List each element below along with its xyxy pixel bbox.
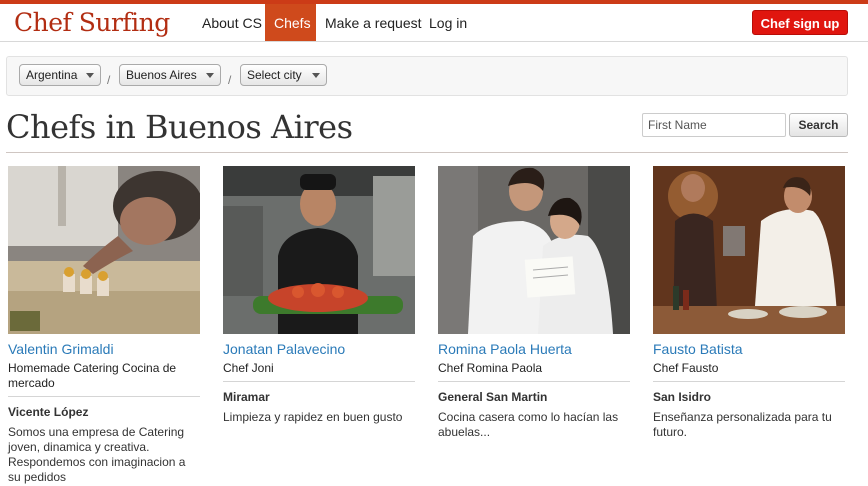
chef-photo[interactable]	[653, 166, 845, 334]
breadcrumb-separator: /	[107, 73, 111, 87]
divider	[438, 381, 630, 382]
chef-location: Vicente López	[8, 405, 89, 419]
search-button[interactable]: Search	[789, 113, 848, 137]
breadcrumb-separator: /	[228, 73, 232, 87]
chef-card: Valentin Grimaldi Homemade Catering Coci…	[8, 166, 200, 485]
page-title: Chefs in Buenos Aires	[6, 108, 353, 146]
nav-about[interactable]: About CS	[193, 4, 271, 41]
chef-name-link[interactable]: Fausto Batista	[653, 341, 845, 357]
chef-photo[interactable]	[438, 166, 630, 334]
chef-name-link[interactable]: Valentin Grimaldi	[8, 341, 200, 357]
country-select[interactable]: Argentina	[19, 64, 101, 86]
divider	[653, 381, 845, 382]
location-filter-bar: Argentina / Buenos Aires / Select city	[6, 56, 848, 96]
navbar: Chef Surfing About CS Chefs Make a reque…	[0, 4, 868, 42]
chef-card: Jonatan Palavecino Chef Joni Miramar Lim…	[223, 166, 415, 425]
chef-name-link[interactable]: Romina Paola Huerta	[438, 341, 630, 357]
chef-business-name: Chef Romina Paola	[438, 361, 543, 375]
divider	[223, 381, 415, 382]
chef-name-link[interactable]: Jonatan Palavecino	[223, 341, 415, 357]
city-select-value: Select city	[247, 68, 302, 82]
chef-location: General San Martin	[438, 390, 548, 404]
city-select[interactable]: Select city	[240, 64, 327, 86]
chef-business-name: Chef Joni	[223, 361, 274, 375]
chef-card: Romina Paola Huerta Chef Romina Paola Ge…	[438, 166, 630, 440]
country-select-value: Argentina	[26, 68, 78, 82]
divider	[6, 152, 848, 153]
chef-photo[interactable]	[8, 166, 200, 334]
chef-signup-button[interactable]: Chef sign up	[752, 10, 848, 35]
chef-description: Limpieza y rapidez en buen gusto	[223, 410, 403, 424]
chevron-down-icon	[312, 73, 320, 78]
nav-make-request[interactable]: Make a request	[316, 4, 431, 41]
chevron-down-icon	[86, 73, 94, 78]
region-select[interactable]: Buenos Aires	[119, 64, 221, 86]
divider	[8, 396, 200, 397]
chef-business-name: Chef Fausto	[653, 361, 719, 375]
chef-description: Somos una empresa de Catering joven, din…	[8, 425, 186, 484]
region-select-value: Buenos Aires	[126, 68, 197, 82]
first-name-search-input[interactable]	[642, 113, 786, 137]
chef-description: Cocina casera como lo hacían las abuelas…	[438, 410, 619, 439]
chevron-down-icon	[206, 73, 214, 78]
nav-chefs[interactable]: Chefs	[265, 4, 316, 41]
site-logo[interactable]: Chef Surfing	[14, 8, 170, 37]
chef-location: Miramar	[223, 390, 270, 404]
nav-login[interactable]: Log in	[420, 4, 476, 41]
chef-photo[interactable]	[223, 166, 415, 334]
chef-location: San Isidro	[653, 390, 712, 404]
chef-card: Fausto Batista Chef Fausto San Isidro En…	[653, 166, 845, 440]
chef-business-name: Homemade Catering Cocina de mercado	[8, 361, 177, 390]
chef-description: Enseñanza personalizada para tu futuro.	[653, 410, 832, 439]
